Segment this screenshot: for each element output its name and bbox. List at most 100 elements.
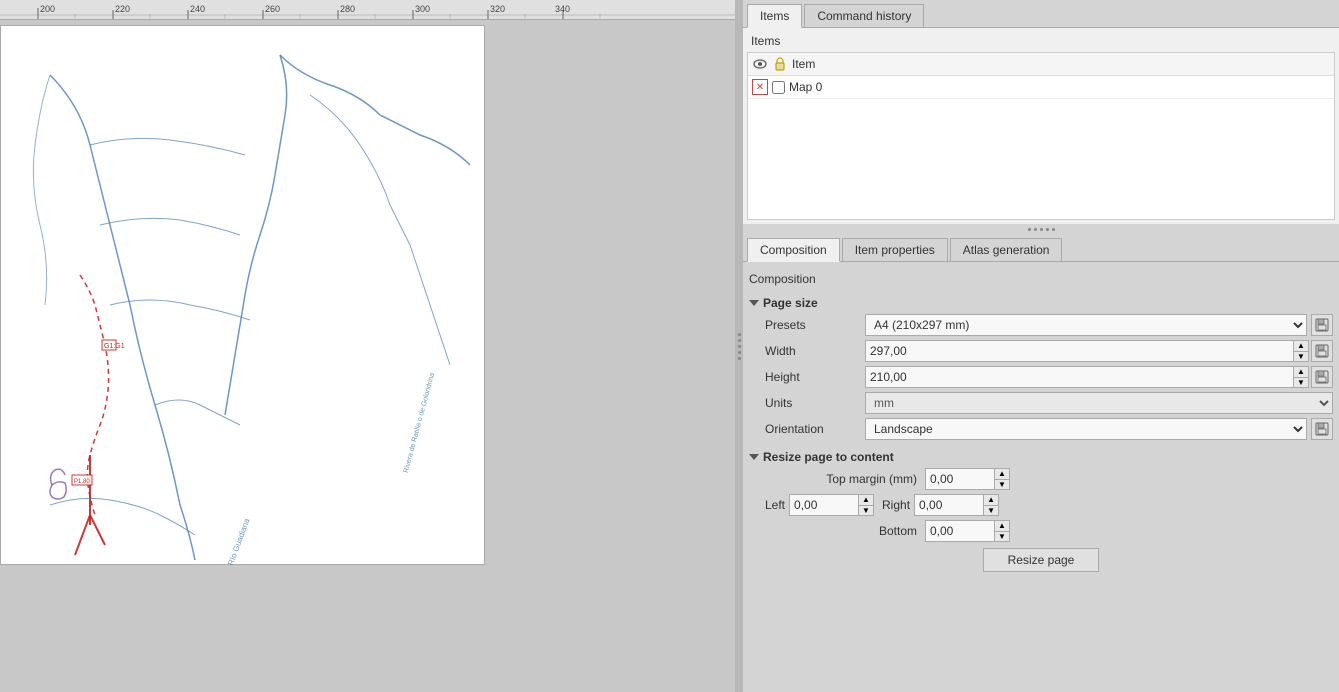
- vertical-splitter[interactable]: [735, 0, 743, 692]
- resize-collapse-icon[interactable]: [749, 454, 759, 460]
- page-size-collapse-icon[interactable]: [749, 300, 759, 306]
- svg-text:G1:G1: G1:G1: [104, 343, 125, 350]
- bottom-tabs: Composition Item properties Atlas genera…: [743, 234, 1339, 262]
- top-margin-label: Top margin (mm): [765, 472, 925, 486]
- width-label: Width: [765, 344, 865, 358]
- horizontal-splitter[interactable]: [743, 224, 1339, 234]
- height-save-btn[interactable]: [1311, 366, 1333, 388]
- page-size-section-header: Page size: [749, 292, 1333, 314]
- right-margin-item: Right ▲ ▼: [882, 494, 999, 516]
- height-input[interactable]: [865, 366, 1294, 388]
- row-visibility-icon[interactable]: ✕: [752, 79, 768, 95]
- orientation-select-group: Landscape: [865, 418, 1333, 440]
- tab-command-history[interactable]: Command history: [804, 4, 924, 27]
- items-table-row[interactable]: ✕ Map 0: [748, 76, 1334, 99]
- items-panel: Items Item ✕ Map 0: [743, 28, 1339, 224]
- svg-text:Rivera de Ratilla o de Golondr: Rivera de Ratilla o de Golondrina: [403, 372, 436, 474]
- svg-text:300: 300: [415, 4, 430, 14]
- tab-item-properties[interactable]: Item properties: [842, 238, 948, 261]
- height-decrement-btn[interactable]: ▼: [1294, 378, 1308, 388]
- presets-row: Presets A4 (210x297 mm): [749, 314, 1333, 336]
- presets-select[interactable]: A4 (210x297 mm): [865, 314, 1307, 336]
- height-label: Height: [765, 370, 865, 384]
- items-table-empty: [748, 99, 1334, 219]
- svg-text:P1.80: P1.80: [74, 479, 90, 485]
- left-margin-input-group: ▲ ▼: [789, 494, 874, 516]
- presets-select-group: A4 (210x297 mm): [865, 314, 1333, 336]
- right-margin-input[interactable]: [914, 494, 984, 516]
- svg-text:240: 240: [190, 4, 205, 14]
- items-table: Item ✕ Map 0: [747, 52, 1335, 220]
- splitter-dot-5: [738, 357, 741, 360]
- h-dot-5: [1052, 228, 1055, 231]
- top-margin-input[interactable]: [925, 468, 995, 490]
- right-margin-label: Right: [882, 498, 910, 512]
- svg-text:280: 280: [340, 4, 355, 14]
- width-decrement-btn[interactable]: ▼: [1294, 352, 1308, 362]
- right-margin-decrement-btn[interactable]: ▼: [984, 506, 998, 516]
- height-spinner-buttons: ▲ ▼: [1294, 366, 1309, 388]
- presets-label: Presets: [765, 318, 865, 332]
- top-tabs: Items Command history: [743, 0, 1339, 28]
- bottom-margin-input-group: ▲ ▼: [925, 520, 1333, 542]
- presets-save-btn[interactable]: [1311, 314, 1333, 336]
- left-margin-decrement-btn[interactable]: ▼: [859, 506, 873, 516]
- splitter-dot-1: [738, 333, 741, 336]
- width-increment-btn[interactable]: ▲: [1294, 341, 1308, 352]
- left-margin-input[interactable]: [789, 494, 859, 516]
- bottom-margin-label: Bottom: [765, 524, 925, 538]
- svg-text:200: 200: [40, 4, 55, 14]
- resize-page-button[interactable]: Resize page: [983, 548, 1100, 572]
- right-margin-input-group: ▲ ▼: [914, 494, 999, 516]
- h-dot-2: [1034, 228, 1037, 231]
- bottom-margin-spinner: ▲ ▼: [995, 520, 1010, 542]
- bottom-margin-increment-btn[interactable]: ▲: [995, 521, 1009, 532]
- orientation-select[interactable]: Landscape: [865, 418, 1307, 440]
- width-save-btn[interactable]: [1311, 340, 1333, 362]
- items-table-header: Item: [748, 53, 1334, 76]
- splitter-dot-4: [738, 351, 741, 354]
- orientation-save-btn[interactable]: [1311, 418, 1333, 440]
- left-margin-increment-btn[interactable]: ▲: [859, 495, 873, 506]
- top-margin-increment-btn[interactable]: ▲: [995, 469, 1009, 480]
- tab-composition[interactable]: Composition: [747, 238, 840, 262]
- top-margin-spinner: ▲ ▼: [995, 468, 1010, 490]
- left-margin-label: Left: [765, 498, 785, 512]
- map-area: 200 220 240 260 280 300 320 340: [0, 0, 735, 692]
- right-margin-increment-btn[interactable]: ▲: [984, 495, 998, 506]
- units-select[interactable]: mm: [865, 392, 1333, 414]
- width-input-group: ▲ ▼: [865, 340, 1309, 362]
- svg-text:260: 260: [265, 4, 280, 14]
- bottom-margin-decrement-btn[interactable]: ▼: [995, 532, 1009, 542]
- ruler-svg: 200 220 240 260 280 300 320 340: [0, 0, 735, 20]
- splitter-dot-3: [738, 345, 741, 348]
- tab-atlas-generation[interactable]: Atlas generation: [950, 238, 1063, 261]
- resize-section-label: Resize page to content: [763, 450, 894, 464]
- height-input-group: ▲ ▼: [865, 366, 1309, 388]
- splitter-handle: [738, 333, 741, 360]
- row-lock-checkbox[interactable]: [772, 81, 785, 94]
- h-dot-1: [1028, 228, 1031, 231]
- units-label: Units: [765, 396, 865, 410]
- h-splitter-handle: [1028, 228, 1055, 231]
- width-input[interactable]: [865, 340, 1294, 362]
- map-svg: G1:G1 P1.80 Río Guadiana Rivera de Ratil…: [0, 25, 485, 565]
- bottom-margin-row: Bottom ▲ ▼: [749, 520, 1333, 542]
- right-margin-spinner: ▲ ▼: [984, 494, 999, 516]
- header-visible-icon: [752, 56, 768, 72]
- top-margin-row: Top margin (mm) ▲ ▼: [749, 468, 1333, 490]
- items-section-label: Items: [747, 32, 1335, 50]
- height-increment-btn[interactable]: ▲: [1294, 367, 1308, 378]
- bottom-margin-input[interactable]: [925, 520, 995, 542]
- header-item-name: Item: [792, 57, 815, 71]
- left-margin-item: Left ▲ ▼: [765, 494, 874, 516]
- orientation-row: Orientation Landscape: [749, 418, 1333, 440]
- top-margin-decrement-btn[interactable]: ▼: [995, 480, 1009, 490]
- properties-panel: Composition Page size Presets A4 (210x29…: [743, 262, 1339, 692]
- composition-title: Composition: [749, 268, 1333, 292]
- map-canvas: G1:G1 P1.80 Río Guadiana Rivera de Ratil…: [0, 20, 735, 692]
- height-row: Height ▲ ▼: [749, 366, 1333, 388]
- h-dot-3: [1040, 228, 1043, 231]
- tab-items[interactable]: Items: [747, 4, 802, 28]
- svg-text:340: 340: [555, 4, 570, 14]
